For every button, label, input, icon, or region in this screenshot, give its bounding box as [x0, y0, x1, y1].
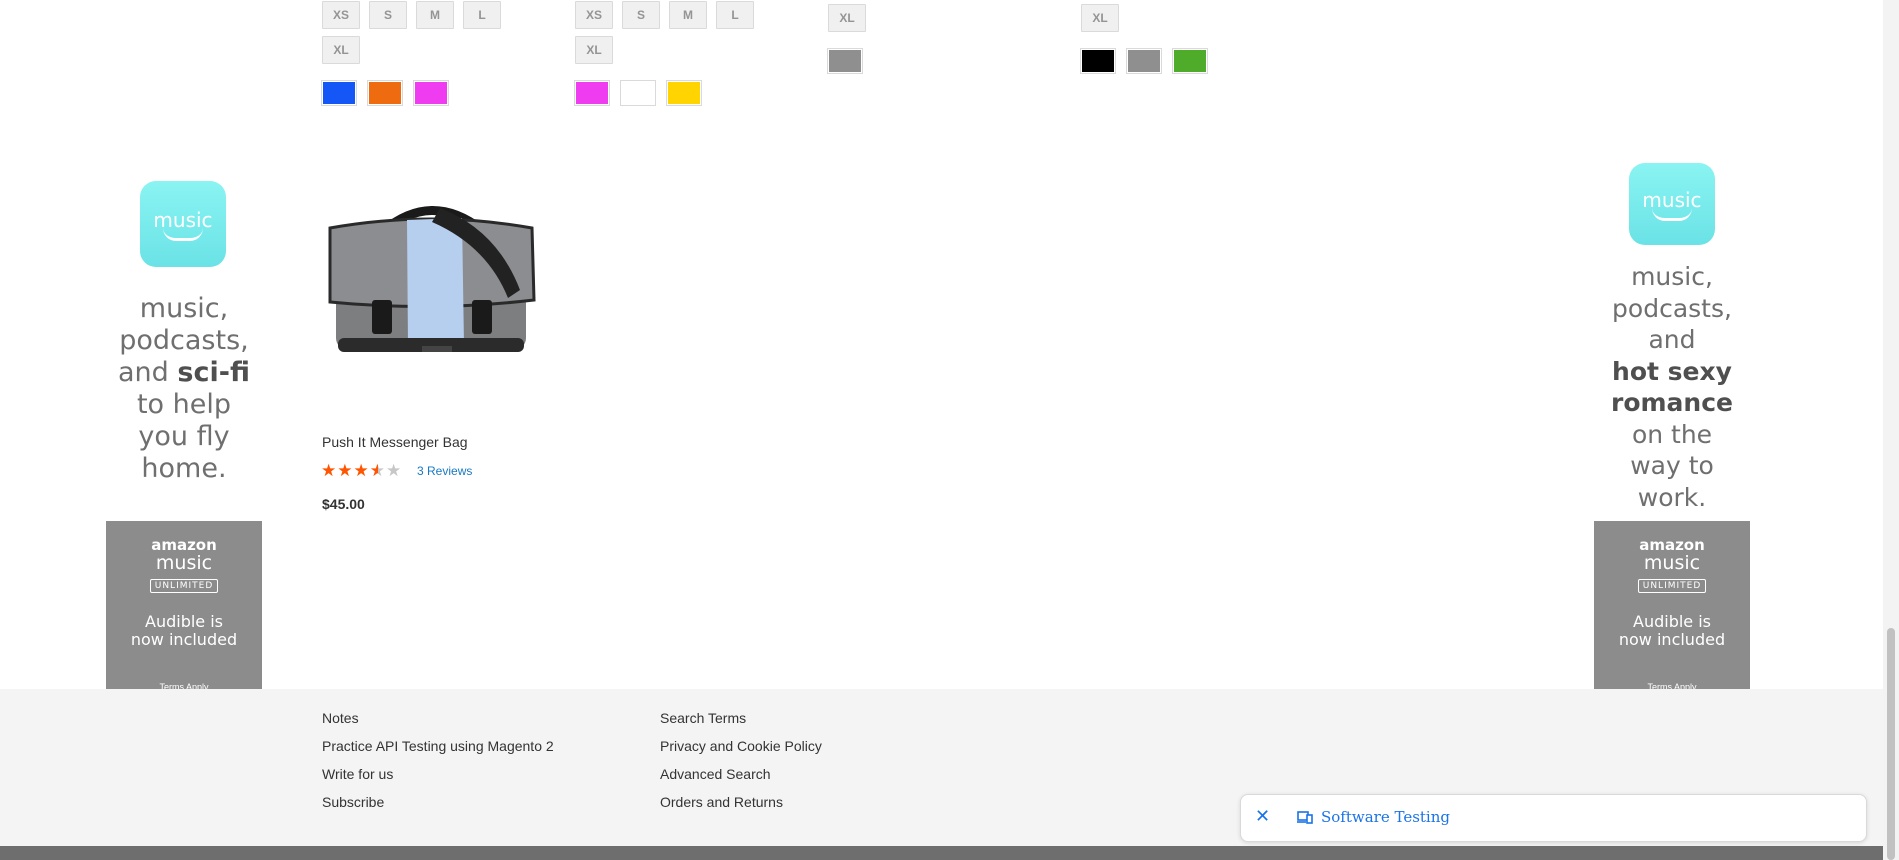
size-swatch-xl[interactable]: XL: [1081, 4, 1119, 32]
amazon-music-logo: amazon music UNLIMITED: [149, 536, 219, 593]
footer-link-privacy[interactable]: Privacy and Cookie Policy: [660, 738, 822, 754]
footer-copyright-bar: [0, 846, 1899, 860]
product-image[interactable]: [322, 170, 540, 396]
star-icon: ★: [386, 461, 403, 480]
reviews-link[interactable]: 3 Reviews: [417, 464, 472, 478]
ad-copy-line: music,: [139, 293, 229, 324]
ad-copy-line: on the: [1631, 419, 1713, 449]
ad-copy-line: home.: [141, 453, 227, 484]
footer-link-orders-returns[interactable]: Orders and Returns: [660, 794, 783, 810]
ad-copy: music, podcasts, and hot sexy romance on…: [1594, 261, 1750, 513]
footer-link-notes[interactable]: Notes: [322, 710, 359, 726]
music-app-icon: music: [1629, 163, 1715, 245]
ad-copy-line: romance: [1611, 388, 1733, 417]
ad-copy-line: podcasts,: [1612, 293, 1732, 323]
right-ad-banner[interactable]: ▷✕ music music, podcasts, and hot sexy r…: [1594, 135, 1750, 722]
devices-icon: [1297, 810, 1313, 824]
color-swatch[interactable]: [1126, 48, 1162, 74]
scrollbar-thumb[interactable]: [1887, 628, 1895, 860]
ad-copy-line: hot sexy: [1612, 356, 1732, 386]
software-testing-toast[interactable]: ✕ Software Testing: [1240, 794, 1867, 842]
color-swatch[interactable]: [321, 80, 357, 106]
product-price: $45.00: [322, 496, 365, 512]
ad-copy-line: you fly: [138, 421, 230, 452]
ad-audible-text: Audible is now included: [1618, 612, 1726, 649]
size-swatch-l[interactable]: L: [463, 1, 501, 29]
size-swatch-m[interactable]: M: [669, 1, 707, 29]
footer-link-subscribe[interactable]: Subscribe: [322, 794, 384, 810]
size-swatch-xs[interactable]: XS: [322, 1, 360, 29]
ad-copy-line: way to: [1630, 451, 1714, 480]
ad-copy-line: and: [1648, 325, 1696, 354]
toast-label[interactable]: Software Testing: [1321, 808, 1450, 826]
size-swatch-xs[interactable]: XS: [575, 1, 613, 29]
star-half-icon: ★: [369, 461, 386, 480]
music-app-icon: music: [140, 181, 226, 267]
size-swatch-xl[interactable]: XL: [828, 4, 866, 32]
rating-stars: ★★★★★: [321, 462, 402, 480]
size-swatch-xl[interactable]: XL: [575, 36, 613, 64]
size-swatch-s[interactable]: S: [622, 1, 660, 29]
footer-link-advanced-search[interactable]: Advanced Search: [660, 766, 771, 782]
size-swatch-l[interactable]: L: [716, 1, 754, 29]
color-swatch[interactable]: [367, 80, 403, 106]
ad-copy-line: podcasts,: [119, 325, 249, 356]
amazon-music-logo: amazon music UNLIMITED: [1637, 536, 1707, 593]
color-swatch[interactable]: [574, 80, 610, 106]
ad-copy-line: to help: [136, 389, 232, 420]
star-icon: ★: [321, 461, 338, 480]
size-swatch-xl[interactable]: XL: [322, 36, 360, 64]
messenger-bag-image: [328, 206, 536, 352]
size-swatch-s[interactable]: S: [369, 1, 407, 29]
footer-link-search-terms[interactable]: Search Terms: [660, 710, 746, 726]
product-name[interactable]: Push It Messenger Bag: [322, 434, 468, 450]
color-swatch[interactable]: [413, 80, 449, 106]
left-ad-banner[interactable]: ▷✕ music music, podcasts, and sci-fi to …: [106, 135, 262, 722]
footer-link-write-for-us[interactable]: Write for us: [322, 766, 393, 782]
close-icon[interactable]: ✕: [1255, 806, 1270, 827]
ad-copy: music, podcasts, and sci-fi to help you …: [106, 293, 262, 485]
size-swatch-m[interactable]: M: [416, 1, 454, 29]
ad-top-panel: music music, podcasts, and sci-fi to hel…: [106, 137, 262, 521]
ad-copy-line: and sci-fi: [118, 357, 250, 388]
footer-link-practice-api[interactable]: Practice API Testing using Magento 2: [322, 738, 554, 754]
star-icon: ★: [353, 461, 370, 480]
color-swatch[interactable]: [620, 80, 656, 106]
color-swatch[interactable]: [827, 48, 863, 74]
ad-copy-line: music,: [1631, 262, 1713, 291]
star-icon: ★: [337, 461, 354, 480]
color-swatch[interactable]: [1172, 48, 1208, 74]
ad-copy-line: work.: [1637, 482, 1707, 512]
color-swatch[interactable]: [666, 80, 702, 106]
color-swatch[interactable]: [1080, 48, 1116, 74]
page-scrollbar[interactable]: [1883, 0, 1899, 860]
ad-audible-text: Audible is now included: [130, 612, 238, 649]
ad-top-panel: music music, podcasts, and hot sexy roma…: [1594, 137, 1750, 521]
